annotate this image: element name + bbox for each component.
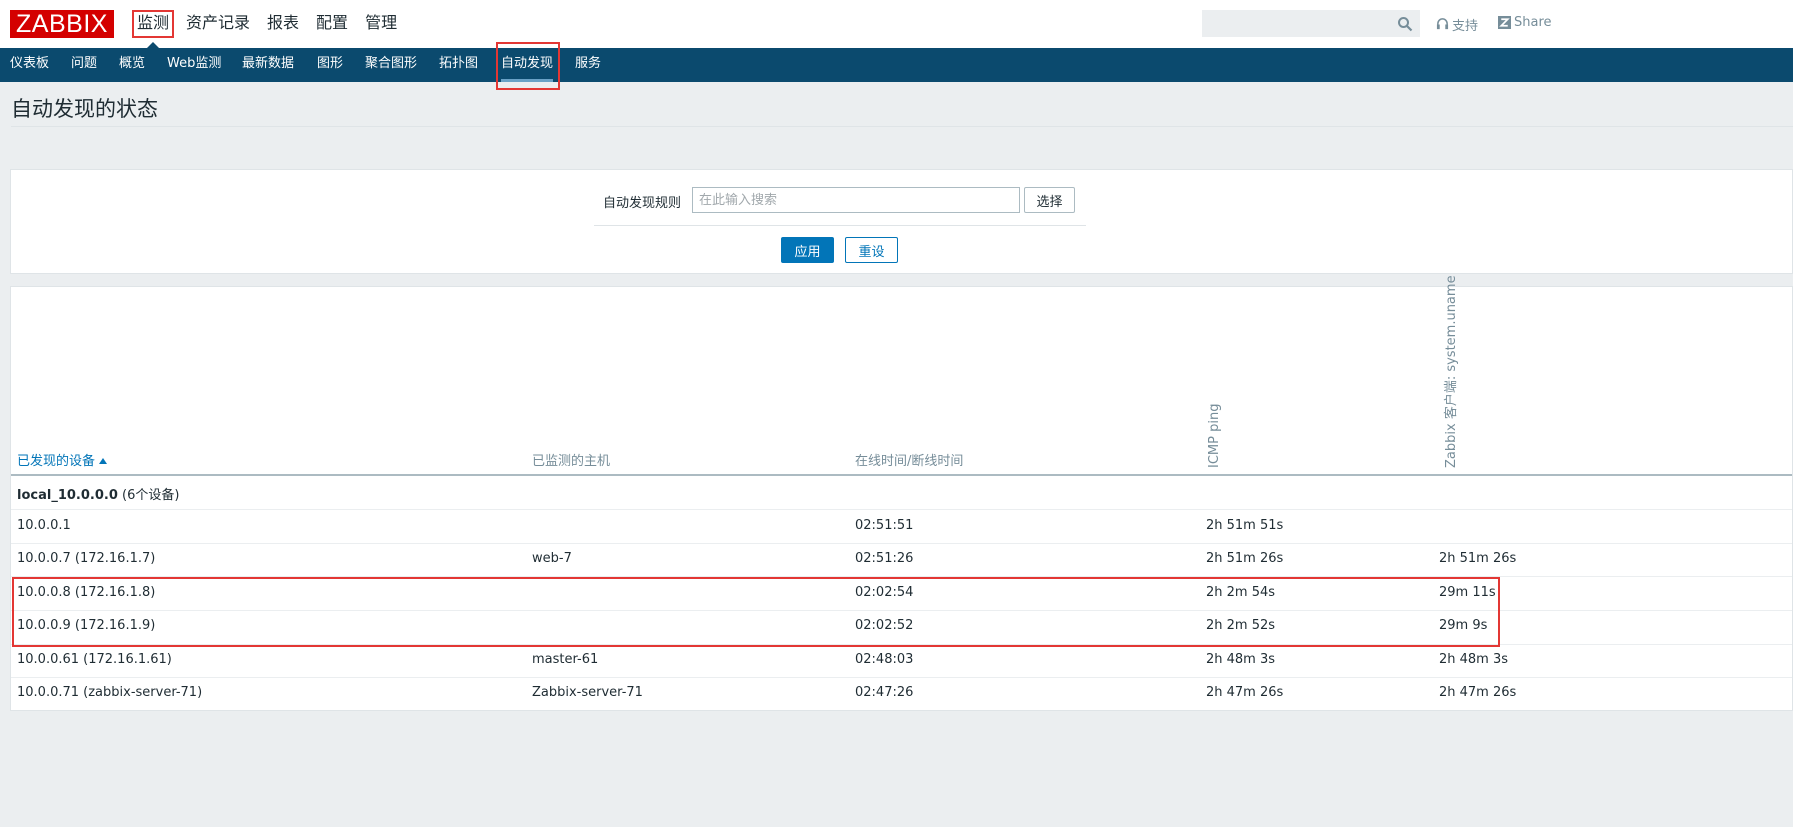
filter-divider [594, 225, 1086, 226]
subnav-overview[interactable]: 概览 [119, 48, 145, 82]
share-label: Share [1514, 15, 1552, 30]
headset-icon [1436, 18, 1449, 30]
row-device: 10.0.0.71 (zabbix-server-71) [17, 685, 203, 700]
subnav-problems[interactable]: 问题 [71, 48, 97, 82]
discovery-rule-input[interactable] [692, 187, 1020, 213]
row-uptime: 02:48:03 [855, 652, 914, 667]
header-uptime: 在线时间/断线时间 [855, 454, 964, 469]
row-icmp: 2h 48m 3s [1206, 652, 1276, 667]
row-agent: 29m 9s [1439, 618, 1488, 633]
filter-panel: 自动发现规则 选择 应用 重设 [10, 169, 1793, 274]
group-count: (6个设备) [122, 488, 180, 503]
row-device: 10.0.0.7 (172.16.1.7) [17, 551, 156, 566]
zabbix-share-icon [1498, 16, 1511, 29]
subnav-graphs[interactable]: 图形 [317, 48, 343, 82]
top-bar: ZABBIX 监测 资产记录 报表 配置 管理 支持 Share [0, 0, 1793, 48]
menu-inventory[interactable]: 资产记录 [181, 10, 255, 38]
subnav-latest-data[interactable]: 最新数据 [242, 48, 294, 82]
discovery-table: 已发现的设备 已监测的主机 在线时间/断线时间 ICMP ping Zabbix… [10, 275, 1793, 711]
subnav-discovery[interactable]: 自动发现 [501, 48, 554, 82]
row-device: 10.0.0.61 (172.16.1.61) [17, 652, 172, 667]
discovery-rule-label: 自动发现规则 [603, 196, 682, 211]
row-uptime: 02:02:54 [855, 585, 914, 600]
title-divider [11, 126, 1793, 127]
row-uptime: 02:51:26 [855, 551, 914, 566]
subnav-web[interactable]: Web监测 [167, 48, 221, 82]
row-agent: 2h 47m 26s [1439, 685, 1517, 700]
row-uptime: 02:47:26 [855, 685, 914, 700]
header-icmp-ping: ICMP ping [1207, 403, 1222, 468]
search-icon[interactable] [1397, 16, 1413, 32]
row-host[interactable]: Zabbix-server-71 [532, 685, 643, 700]
row-icmp: 2h 51m 51s [1206, 518, 1284, 533]
main-menu: 监测 资产记录 报表 配置 管理 [132, 10, 409, 48]
share-link[interactable]: Share [1498, 15, 1552, 30]
apply-button[interactable]: 应用 [781, 237, 834, 263]
row-uptime: 02:51:51 [855, 518, 914, 533]
row-divider [11, 610, 1792, 611]
row-agent: 2h 48m 3s [1439, 652, 1509, 667]
reset-button[interactable]: 重设 [845, 237, 898, 263]
zabbix-logo[interactable]: ZABBIX [10, 10, 114, 38]
row-divider [11, 509, 1792, 510]
header-discovered-device[interactable]: 已发现的设备 [17, 450, 108, 469]
global-search [1202, 10, 1420, 37]
subnav-dashboard[interactable]: 仪表板 [10, 48, 49, 82]
row-host[interactable]: master-61 [532, 652, 598, 667]
sort-asc-icon [99, 458, 108, 464]
row-divider [11, 644, 1792, 645]
subnav-services[interactable]: 服务 [575, 48, 601, 82]
menu-administration[interactable]: 管理 [360, 10, 402, 38]
menu-configuration[interactable]: 配置 [311, 10, 353, 38]
menu-monitoring[interactable]: 监测 [132, 10, 175, 48]
menu-reports[interactable]: 报表 [262, 10, 304, 38]
header-monitored-host: 已监测的主机 [532, 454, 611, 469]
group-row: local_10.0.0.0 (6个设备) [17, 484, 179, 503]
row-divider [11, 543, 1792, 544]
header-discovered-device-label: 已发现的设备 [17, 454, 96, 469]
header-agent-uname: Zabbix 客户端: system.uname [1444, 275, 1459, 468]
search-input[interactable] [1203, 11, 1388, 36]
header-divider [11, 474, 1792, 476]
page-title: 自动发现的状态 [11, 97, 158, 121]
subnav-maps[interactable]: 拓扑图 [439, 48, 478, 82]
row-device: 10.0.0.9 (172.16.1.9) [17, 618, 156, 633]
row-icmp: 2h 47m 26s [1206, 685, 1284, 700]
subnav-screens[interactable]: 聚合图形 [365, 48, 417, 82]
support-link[interactable]: 支持 [1436, 15, 1478, 34]
row-icmp: 2h 51m 26s [1206, 551, 1284, 566]
row-agent: 29m 11s [1439, 585, 1496, 600]
select-button[interactable]: 选择 [1024, 187, 1075, 213]
support-label: 支持 [1452, 19, 1479, 34]
row-device: 10.0.0.8 (172.16.1.8) [17, 585, 156, 600]
row-agent: 2h 51m 26s [1439, 551, 1517, 566]
row-icmp: 2h 2m 54s [1206, 585, 1276, 600]
sub-nav: 仪表板 问题 概览 Web监测 最新数据 图形 聚合图形 拓扑图 自动发现 服务 [0, 48, 1793, 82]
row-host[interactable]: web-7 [532, 551, 572, 566]
row-divider [11, 576, 1792, 577]
group-name: local_10.0.0.0 [17, 488, 118, 503]
row-device: 10.0.0.1 [17, 518, 71, 533]
row-divider [11, 677, 1792, 678]
row-uptime: 02:02:52 [855, 618, 914, 633]
row-icmp: 2h 2m 52s [1206, 618, 1276, 633]
